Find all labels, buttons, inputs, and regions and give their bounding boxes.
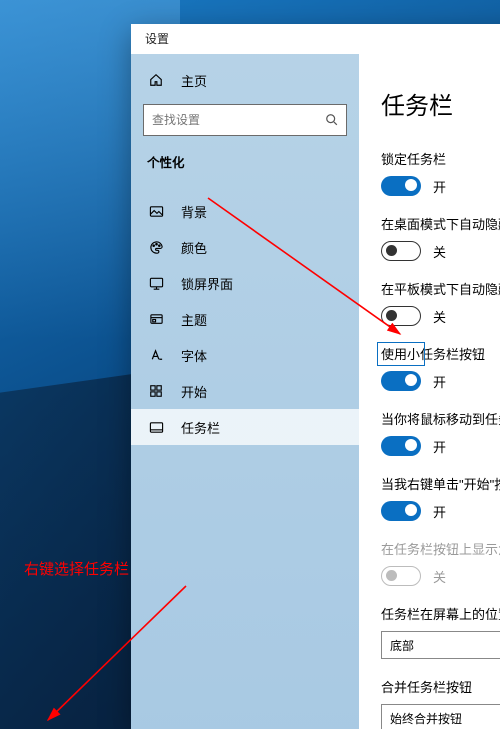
- settings-window: 设置 主页 个性化: [131, 24, 500, 729]
- taskbar-icon: [147, 418, 165, 436]
- toggle-autohide-desktop[interactable]: [381, 241, 421, 261]
- palette-icon: [147, 238, 165, 256]
- toggle-autohide-tablet[interactable]: [381, 306, 421, 326]
- window-title: 设置: [131, 24, 500, 54]
- setting-label: 在任务栏按钮上显示角标: [381, 539, 500, 558]
- font-icon: [147, 346, 165, 364]
- setting-label: 当我右键单击"开始"按钮或按下 Windows 键+X 时，在菜单中将命令提示符…: [381, 474, 500, 493]
- start-icon: [147, 382, 165, 400]
- sidebar-item-lockscreen[interactable]: 锁屏界面: [131, 265, 359, 301]
- sidebar: 主页 个性化 背景: [131, 54, 359, 729]
- sidebar-item-fonts[interactable]: 字体: [131, 337, 359, 373]
- toggle-powershell[interactable]: [381, 501, 421, 521]
- sidebar-item-themes[interactable]: 主题: [131, 301, 359, 337]
- toggle-lock-taskbar[interactable]: [381, 176, 421, 196]
- sidebar-item-label: 任务栏: [181, 418, 220, 437]
- sidebar-item-label: 背景: [181, 202, 207, 221]
- toggle-small-buttons[interactable]: [381, 371, 421, 391]
- sidebar-item-taskbar[interactable]: 任务栏: [131, 409, 359, 445]
- sidebar-item-label: 字体: [181, 346, 207, 365]
- toggle-text: 开: [433, 437, 446, 456]
- select-value: 底部: [390, 637, 414, 654]
- window-title-text: 设置: [145, 32, 169, 46]
- select-value: 始终合并按钮: [390, 710, 462, 727]
- sidebar-item-label: 颜色: [181, 238, 207, 257]
- toggle-text: 关: [433, 307, 446, 326]
- toggle-peek[interactable]: [381, 436, 421, 456]
- toggle-text: 开: [433, 177, 446, 196]
- setting-label: 任务栏在屏幕上的位置: [381, 604, 500, 623]
- sidebar-item-colors[interactable]: 颜色: [131, 229, 359, 265]
- toggle-text: 开: [433, 502, 446, 521]
- sidebar-section-title: 个性化: [131, 152, 359, 171]
- image-icon: [147, 202, 165, 220]
- nav-home[interactable]: 主页: [131, 62, 359, 98]
- setting-label: 锁定任务栏: [381, 149, 500, 168]
- sidebar-item-start[interactable]: 开始: [131, 373, 359, 409]
- setting-label: 当你将鼠标移动到任务栏末端的"显示桌面"按钮时，使用"速览"预览桌面: [381, 409, 500, 428]
- search-icon: [325, 113, 339, 127]
- home-icon: [147, 71, 165, 89]
- page-title: 任务栏: [381, 86, 500, 121]
- toggle-badges: [381, 566, 421, 586]
- content-pane: 任务栏 锁定任务栏 开 在桌面模式下自动隐藏任务栏 关 在平板模式下自动隐藏任务…: [359, 54, 500, 729]
- setting-label: 在桌面模式下自动隐藏任务栏: [381, 214, 500, 233]
- sidebar-item-background[interactable]: 背景: [131, 193, 359, 229]
- toggle-text: 开: [433, 372, 446, 391]
- sidebar-item-label: 主题: [181, 310, 207, 329]
- setting-label: 在平板模式下自动隐藏任务栏: [381, 279, 500, 298]
- theme-icon: [147, 310, 165, 328]
- highlight-box: [377, 342, 425, 366]
- monitor-icon: [147, 274, 165, 292]
- search-input[interactable]: [143, 104, 347, 136]
- select-taskbar-position[interactable]: 底部: [381, 631, 500, 659]
- setting-label: 合并任务栏按钮: [381, 677, 500, 696]
- select-combine-buttons[interactable]: 始终合并按钮: [381, 704, 500, 729]
- sidebar-item-label: 开始: [181, 382, 207, 401]
- nav-home-label: 主页: [181, 71, 207, 90]
- annotation-text: 右键选择任务栏: [24, 558, 129, 579]
- sidebar-item-label: 锁屏界面: [181, 274, 233, 293]
- toggle-text: 关: [433, 567, 446, 586]
- search-box[interactable]: [143, 104, 347, 136]
- toggle-text: 关: [433, 242, 446, 261]
